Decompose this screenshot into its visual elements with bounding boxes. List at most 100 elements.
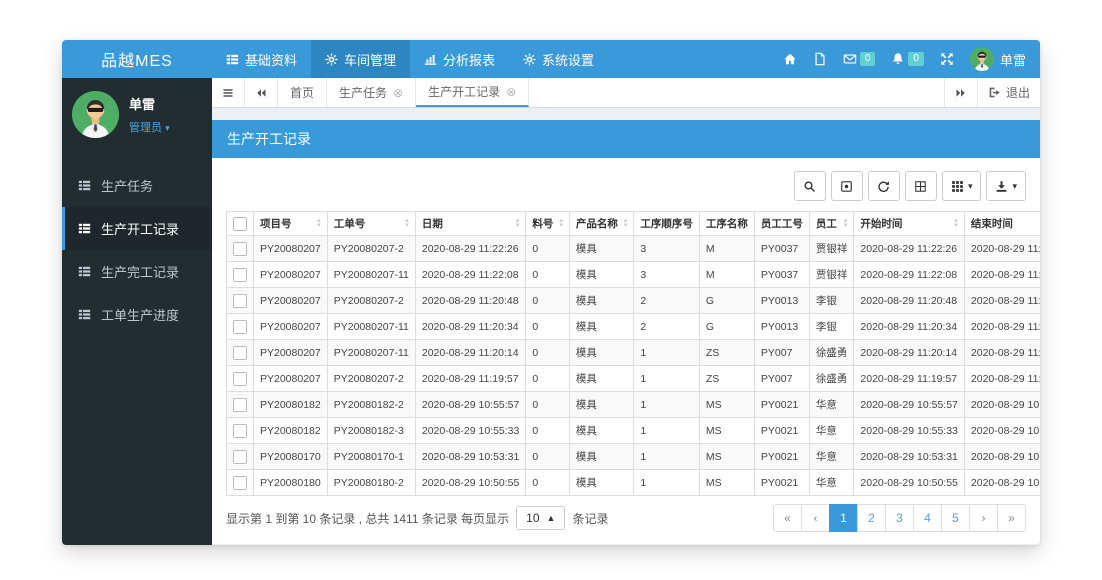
row-checkbox[interactable] xyxy=(233,476,247,490)
table-cell: PY20080207 xyxy=(254,288,328,314)
row-checkbox[interactable] xyxy=(233,424,247,438)
tab-close-icon[interactable]: ⊗ xyxy=(393,87,403,99)
page-button[interactable]: « xyxy=(773,504,802,532)
navbar-menu-item[interactable]: 系统设置 xyxy=(509,40,608,78)
sidebar-item[interactable]: 工单生产进度 xyxy=(62,293,212,336)
row-select-cell xyxy=(227,418,254,444)
column-header[interactable]: 开始时间▴▾ xyxy=(854,212,965,236)
row-checkbox[interactable] xyxy=(233,268,247,282)
table-cell: PY0021 xyxy=(754,470,809,496)
page-button[interactable]: 4 xyxy=(913,504,942,532)
page-button[interactable]: » xyxy=(997,504,1026,532)
table-cell: 1 xyxy=(634,444,700,470)
columns-button[interactable]: ▾ xyxy=(942,171,982,201)
table-row: PY20080207PY20080207-112020-08-29 11:20:… xyxy=(227,340,1041,366)
sidebar-user-role[interactable]: 管理员 ▾ xyxy=(129,119,170,135)
table-cell: MS xyxy=(699,418,754,444)
notifications-button[interactable]: 0 xyxy=(891,52,924,66)
tab-close-icon[interactable]: ⊗ xyxy=(506,86,516,98)
tab-item[interactable]: 生产任务⊗ xyxy=(327,78,416,107)
cardview-icon xyxy=(914,180,927,193)
page-size-dropdown[interactable]: 10 ▲ xyxy=(516,506,565,530)
toggle-pagination-button[interactable] xyxy=(831,171,863,201)
tab-active[interactable]: 生产开工记录⊗ xyxy=(416,78,529,107)
records-table: 项目号▴▾工单号▴▾日期▴▾料号▴▾产品名称▴▾工序顺序号工序名称员工工号员工▴… xyxy=(226,211,1040,496)
row-checkbox[interactable] xyxy=(233,398,247,412)
table-cell: 1 xyxy=(634,470,700,496)
select-all-checkbox[interactable] xyxy=(233,217,247,231)
column-header: 工序顺序号 xyxy=(634,212,700,236)
table-cell: 2020-08-29 11:20:48 xyxy=(415,288,526,314)
messages-button[interactable]: 0 xyxy=(843,52,876,66)
table-cell: 0 xyxy=(526,340,570,366)
export-button[interactable]: ▾ xyxy=(986,171,1026,201)
table-cell: 徐盛勇 xyxy=(809,366,854,392)
navbar-menu-item[interactable]: 车间管理 xyxy=(311,40,410,78)
file-button[interactable] xyxy=(813,52,827,66)
column-header[interactable]: 工单号▴▾ xyxy=(327,212,415,236)
table-cell: PY20080182 xyxy=(254,392,328,418)
page-button[interactable]: 5 xyxy=(941,504,970,532)
sort-icon[interactable]: ▴▾ xyxy=(838,219,848,228)
navbar-menu-item[interactable]: 基础资料 xyxy=(212,40,311,78)
card-view-button[interactable] xyxy=(905,171,937,201)
page-body: 生产开工记录 ▾▾ 项目号▴▾工单号▴▾日期▴▾料号▴▾产品名称▴▾工序顺序号工… xyxy=(212,108,1040,545)
tabs-scroll-left-button[interactable] xyxy=(245,78,278,107)
sidebar-item[interactable]: 生产开工记录 xyxy=(62,207,212,250)
sidebar-item[interactable]: 生产完工记录 xyxy=(62,250,212,293)
row-checkbox[interactable] xyxy=(233,372,247,386)
table-cell: 2020-08-29 11:22:26 xyxy=(415,236,526,262)
table-cell: 贾银祥 xyxy=(809,236,854,262)
brand-logo[interactable]: 品越MES xyxy=(62,40,212,78)
notification-badge: 0 xyxy=(908,52,924,66)
column-header[interactable]: 日期▴▾ xyxy=(415,212,526,236)
row-checkbox[interactable] xyxy=(233,346,247,360)
sidebar-item-label: 生产开工记录 xyxy=(101,219,179,238)
page-button[interactable]: 1 xyxy=(829,504,858,532)
table-cell: PY0013 xyxy=(754,314,809,340)
table-cell: 贾银祥 xyxy=(809,262,854,288)
column-header[interactable]: 员工▴▾ xyxy=(809,212,854,236)
refresh-button[interactable] xyxy=(868,171,900,201)
logout-button[interactable]: 退出 xyxy=(977,78,1040,107)
sort-icon[interactable]: ▴▾ xyxy=(553,219,563,228)
table-cell: PY20080182-3 xyxy=(327,418,415,444)
sort-icon[interactable]: ▴▾ xyxy=(618,219,628,228)
row-checkbox[interactable] xyxy=(233,320,247,334)
row-checkbox[interactable] xyxy=(233,294,247,308)
column-header[interactable]: 料号▴▾ xyxy=(526,212,570,236)
page-button[interactable]: 3 xyxy=(885,504,914,532)
page-button[interactable]: 2 xyxy=(857,504,886,532)
table-cell: PY20080207-2 xyxy=(327,366,415,392)
row-checkbox[interactable] xyxy=(233,450,247,464)
row-checkbox[interactable] xyxy=(233,242,247,256)
table-cell: 1 xyxy=(634,340,700,366)
sort-icon[interactable]: ▴▾ xyxy=(510,219,520,228)
table-cell: 2020-08-29 11:20:14 xyxy=(415,340,526,366)
sort-icon[interactable]: ▴▾ xyxy=(399,219,409,228)
toggle-icon xyxy=(840,180,853,193)
fullscreen-button[interactable] xyxy=(940,52,954,66)
table-cell: 李银 xyxy=(809,288,854,314)
column-header[interactable]: 项目号▴▾ xyxy=(254,212,328,236)
navbar-menu-item[interactable]: 分析报表 xyxy=(410,40,509,78)
page-button[interactable]: ‹ xyxy=(801,504,830,532)
sidebar-item-label: 生产任务 xyxy=(101,176,153,195)
top-navbar: 品越MES 基础资料车间管理分析报表系统设置 0 0 单雷 xyxy=(62,40,1040,78)
tab-item[interactable]: 首页 xyxy=(278,78,327,107)
sidebar-toggle-button[interactable] xyxy=(212,78,245,107)
sort-icon[interactable]: ▴▾ xyxy=(311,219,321,228)
table-cell: 模具 xyxy=(569,392,634,418)
navbar-username: 单雷 xyxy=(1000,50,1026,69)
sort-icon[interactable]: ▴▾ xyxy=(948,219,958,228)
column-header[interactable]: 产品名称▴▾ xyxy=(569,212,634,236)
table-cell: 0 xyxy=(526,470,570,496)
column-header[interactable]: 结束时间▴▾ xyxy=(964,212,1040,236)
table-cell: MS xyxy=(699,392,754,418)
home-button[interactable] xyxy=(783,52,797,66)
tabs-scroll-right-button[interactable] xyxy=(944,78,977,107)
user-menu[interactable]: 单雷 xyxy=(970,47,1026,71)
search-button[interactable] xyxy=(794,171,826,201)
sidebar-item[interactable]: 生产任务 xyxy=(62,164,212,207)
page-button[interactable]: › xyxy=(969,504,998,532)
